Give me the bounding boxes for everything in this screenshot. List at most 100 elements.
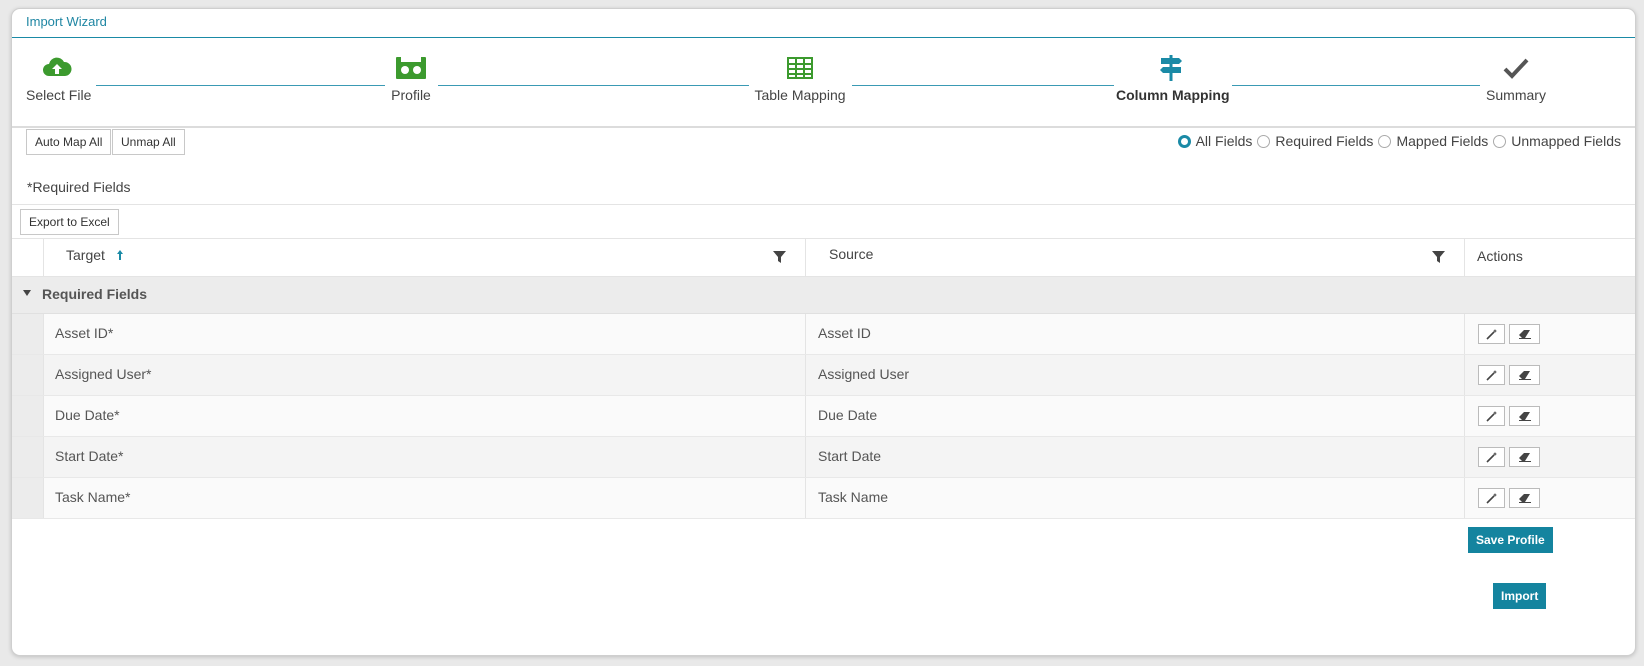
auto-map-all-button[interactable]: Auto Map All — [26, 129, 112, 155]
filter-required-fields[interactable]: Required Fields — [1257, 133, 1373, 149]
clear-mapping-button[interactable] — [1509, 365, 1540, 385]
filter-all-fields[interactable]: All Fields — [1177, 133, 1252, 149]
auto-map-button[interactable] — [1478, 488, 1505, 508]
divider — [43, 437, 44, 477]
import-wizard-window: Import Wizard Select File Profile Table … — [11, 8, 1636, 656]
eraser-icon — [1518, 330, 1531, 339]
radio-button[interactable] — [1493, 134, 1507, 148]
auto-map-button[interactable] — [1478, 406, 1505, 426]
group-label: Required Fields — [42, 286, 148, 302]
group-gutter — [12, 355, 43, 395]
field-filter-radio-group: All Fields Required Fields Mapped Fields… — [1173, 133, 1621, 149]
step-connector — [96, 85, 385, 86]
group-gutter — [12, 314, 43, 354]
group-gutter — [12, 478, 43, 518]
unmap-all-button[interactable]: Unmap All — [112, 129, 185, 155]
magic-wand-icon — [1485, 329, 1497, 340]
clear-mapping-button[interactable] — [1509, 406, 1540, 426]
eraser-icon — [1518, 371, 1531, 380]
grid-header: Target Source Actions — [12, 238, 1635, 277]
group-gutter — [12, 396, 43, 436]
auto-map-button[interactable] — [1478, 324, 1505, 344]
radio-button[interactable] — [1257, 134, 1271, 148]
table-row[interactable]: Due Date* Due Date — [12, 396, 1635, 437]
radio-button[interactable] — [1378, 134, 1392, 148]
divider — [12, 204, 1635, 205]
source-cell[interactable]: Start Date — [818, 437, 881, 477]
eraser-icon — [1518, 453, 1531, 462]
divider — [805, 239, 806, 276]
target-cell: Start Date* — [55, 448, 124, 464]
step-connector — [852, 85, 1114, 86]
source-cell[interactable]: Assigned User — [818, 355, 909, 395]
table-row[interactable]: Task Name* Task Name — [12, 478, 1635, 519]
clear-mapping-button[interactable] — [1509, 447, 1540, 467]
divider — [805, 314, 806, 354]
step-profile[interactable]: Profile — [384, 54, 438, 103]
target-cell: Asset ID* — [55, 325, 114, 341]
source-cell[interactable]: Due Date — [818, 396, 877, 436]
step-select-file[interactable]: Select File — [26, 54, 92, 103]
divider — [43, 396, 44, 436]
source-cell[interactable]: Asset ID — [818, 314, 871, 354]
radio-button[interactable] — [1177, 134, 1191, 148]
step-label: Summary — [1486, 87, 1546, 103]
divider — [43, 239, 44, 276]
step-label: Table Mapping — [754, 87, 846, 103]
step-label: Profile — [391, 87, 431, 103]
filter-unmapped-fields[interactable]: Unmapped Fields — [1493, 133, 1621, 149]
step-column-mapping[interactable]: Column Mapping — [1116, 54, 1230, 103]
filter-mapped-fields[interactable]: Mapped Fields — [1378, 133, 1488, 149]
column-header-target[interactable]: Target — [66, 239, 125, 276]
step-label: Select File — [26, 87, 92, 103]
collapse-caret-icon[interactable] — [23, 290, 31, 296]
profile-icon — [396, 57, 426, 79]
divider — [43, 355, 44, 395]
window-title: Import Wizard — [26, 14, 107, 29]
magic-wand-icon — [1485, 452, 1497, 463]
step-table-mapping[interactable]: Table Mapping — [752, 54, 848, 103]
eraser-icon — [1518, 412, 1531, 421]
checkmark-icon — [1503, 58, 1529, 79]
signpost-icon — [1160, 55, 1182, 81]
divider — [805, 437, 806, 477]
divider — [1464, 478, 1465, 518]
wizard-stepper: Select File Profile Table Mapping Column… — [12, 38, 1635, 128]
table-row[interactable]: Asset ID* Asset ID — [12, 314, 1635, 355]
divider — [805, 396, 806, 436]
required-fields-note: *Required Fields — [27, 179, 131, 195]
divider — [805, 478, 806, 518]
divider — [1464, 239, 1465, 276]
target-cell: Due Date* — [55, 407, 120, 423]
group-row-required-fields[interactable]: Required Fields — [12, 277, 1635, 314]
import-button[interactable]: Import — [1493, 583, 1547, 609]
table-row[interactable]: Start Date* Start Date — [12, 437, 1635, 478]
target-cell: Task Name* — [55, 489, 131, 505]
magic-wand-icon — [1485, 370, 1497, 381]
divider — [1464, 314, 1465, 354]
filter-icon[interactable] — [773, 251, 786, 264]
export-to-excel-button[interactable]: Export to Excel — [20, 209, 119, 235]
group-gutter — [12, 437, 43, 477]
step-label: Column Mapping — [1116, 87, 1230, 103]
clear-mapping-button[interactable] — [1509, 324, 1540, 344]
filter-icon[interactable] — [1432, 251, 1445, 264]
clear-mapping-button[interactable] — [1509, 488, 1540, 508]
table-icon — [787, 57, 813, 79]
divider — [805, 355, 806, 395]
step-connector — [438, 85, 749, 86]
auto-map-button[interactable] — [1478, 447, 1505, 467]
divider — [1464, 437, 1465, 477]
table-row[interactable]: Assigned User* Assigned User — [12, 355, 1635, 396]
step-summary[interactable]: Summary — [1484, 54, 1548, 103]
title-bar: Import Wizard — [12, 9, 1635, 38]
divider — [43, 314, 44, 354]
column-header-actions: Actions — [1477, 248, 1523, 264]
column-header-source[interactable]: Source — [829, 238, 873, 275]
source-cell[interactable]: Task Name — [818, 478, 888, 518]
sort-ascending-icon — [116, 250, 123, 260]
divider — [1464, 396, 1465, 436]
target-cell: Assigned User* — [55, 366, 152, 382]
save-profile-button[interactable]: Save Profile — [1468, 527, 1553, 553]
auto-map-button[interactable] — [1478, 365, 1505, 385]
